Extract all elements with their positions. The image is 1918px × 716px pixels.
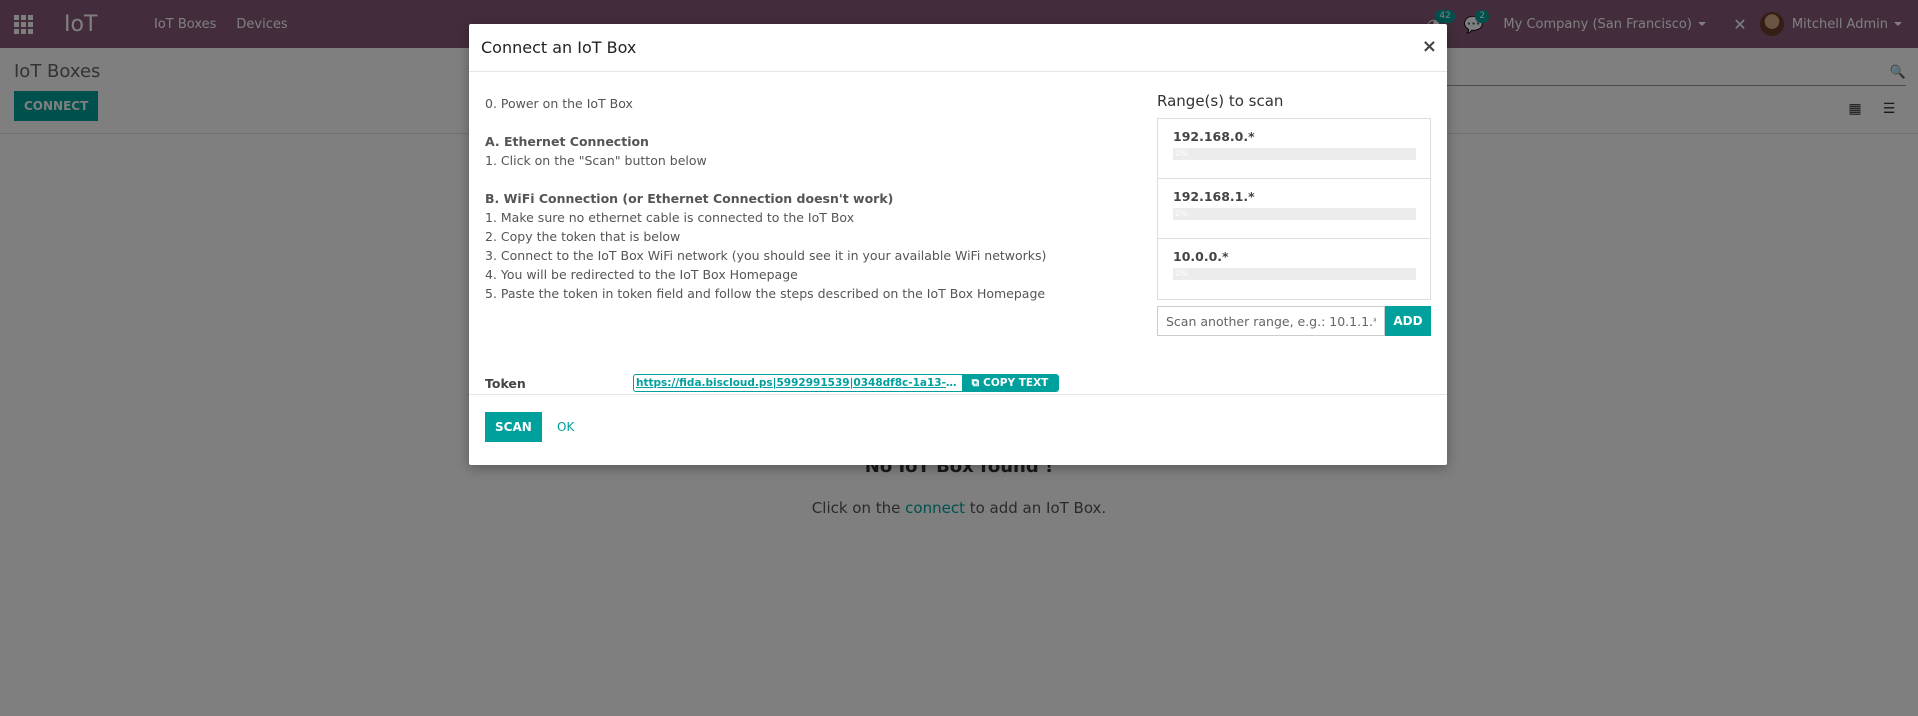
token-link[interactable]: https://fida.biscloud.ps|5992991539|0348… xyxy=(634,375,962,391)
wifi-step-5: 5. Paste the token in token field and fo… xyxy=(485,286,1046,301)
wifi-step-1: 1. Make sure no ethernet cable is connec… xyxy=(485,210,855,225)
token-label: Token xyxy=(485,375,526,391)
range-panel: Range(s) to scan 192.168.0.* 0% 192.168.… xyxy=(1157,92,1431,336)
connect-iot-box-dialog: Connect an IoT Box × 0. Power on the IoT… xyxy=(469,24,1447,465)
token-field: https://fida.biscloud.ps|5992991539|0348… xyxy=(633,374,1059,392)
range-progress-bar: 0% xyxy=(1173,148,1416,160)
wifi-step-4: 4. You will be redirected to the IoT Box… xyxy=(485,267,798,282)
range-input[interactable] xyxy=(1157,306,1385,336)
add-range-button[interactable]: ADD xyxy=(1385,306,1431,336)
ethernet-title: A. Ethernet Connection xyxy=(485,134,649,149)
close-button[interactable]: × xyxy=(1422,36,1437,57)
progress-text: 0% xyxy=(1175,209,1188,218)
wifi-step-2: 2. Copy the token that is below xyxy=(485,229,681,244)
range-name: 192.168.0.* xyxy=(1173,129,1255,144)
range-progress-bar: 0% xyxy=(1173,268,1416,280)
range-progress-bar: 0% xyxy=(1173,208,1416,220)
copy-text-button[interactable]: ⧉ COPY TEXT xyxy=(962,375,1058,391)
range-item: 192.168.1.* 0% xyxy=(1158,179,1430,239)
copy-icon: ⧉ xyxy=(971,376,980,389)
wifi-step-3: 3. Connect to the IoT Box WiFi network (… xyxy=(485,248,1047,263)
add-range-row: ADD xyxy=(1157,306,1431,336)
range-title: Range(s) to scan xyxy=(1157,92,1284,110)
modal-title: Connect an IoT Box xyxy=(481,38,637,57)
modal-header: Connect an IoT Box × xyxy=(469,24,1447,72)
ethernet-step-1: 1. Click on the "Scan" button below xyxy=(485,153,707,168)
range-name: 10.0.0.* xyxy=(1173,249,1229,264)
ok-button[interactable]: OK xyxy=(549,412,582,442)
range-name: 192.168.1.* xyxy=(1173,189,1255,204)
modal-body: 0. Power on the IoT Box A. Ethernet Conn… xyxy=(469,72,1447,395)
copy-text-label: COPY TEXT xyxy=(983,377,1049,389)
progress-text: 0% xyxy=(1175,269,1188,278)
step-power: 0. Power on the IoT Box xyxy=(485,96,633,111)
instructions: 0. Power on the IoT Box A. Ethernet Conn… xyxy=(485,94,1046,303)
token-row: Token https://fida.biscloud.ps|599299153… xyxy=(485,374,1059,392)
range-item: 192.168.0.* 0% xyxy=(1158,119,1430,179)
wifi-title: B. WiFi Connection (or Ethernet Connecti… xyxy=(485,191,894,206)
range-item: 10.0.0.* 0% xyxy=(1158,239,1430,299)
scan-button[interactable]: SCAN xyxy=(485,412,542,442)
modal-footer: SCAN OK xyxy=(469,395,1447,464)
range-list: 192.168.0.* 0% 192.168.1.* 0% 10.0.0.* 0… xyxy=(1157,118,1431,300)
progress-text: 0% xyxy=(1175,149,1188,158)
